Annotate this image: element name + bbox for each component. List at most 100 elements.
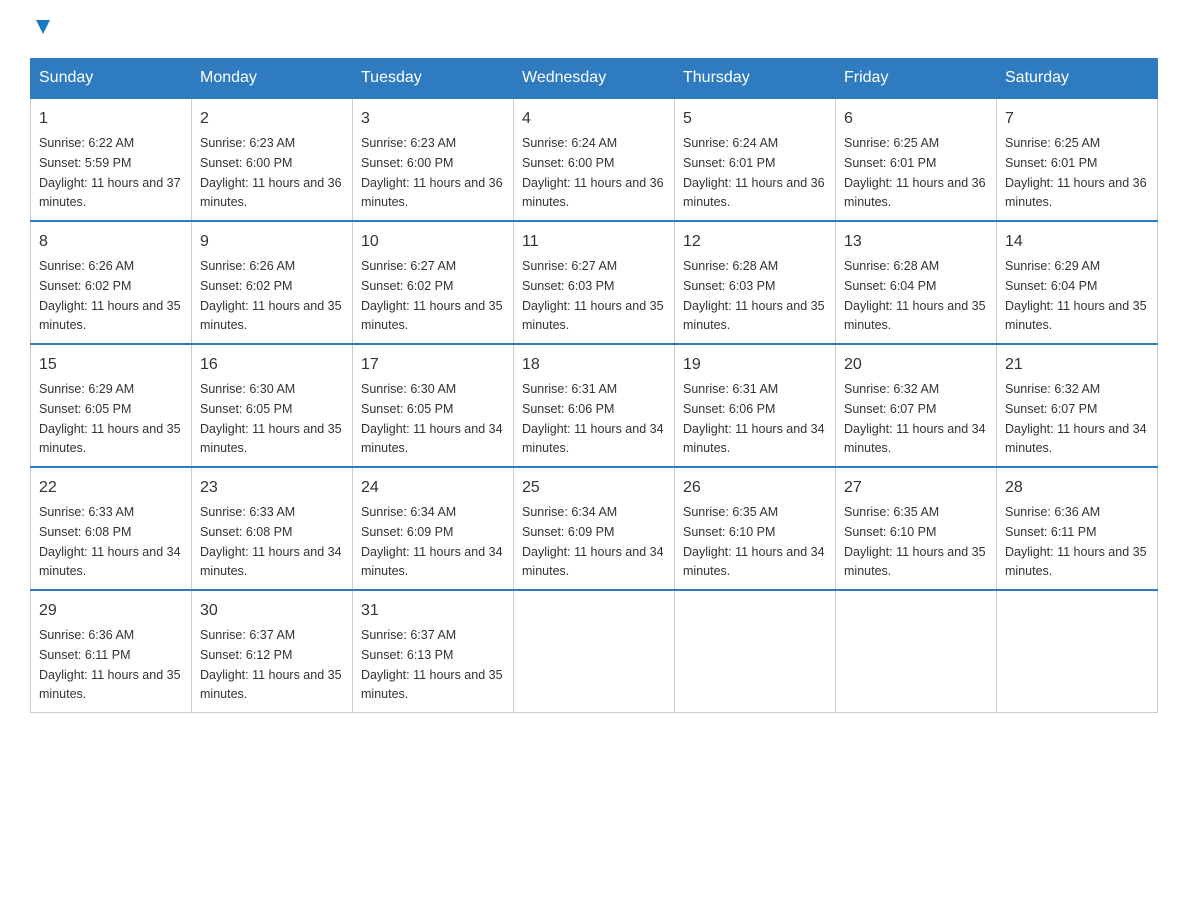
- calendar-day-cell: [997, 590, 1158, 713]
- day-number: 22: [39, 476, 183, 500]
- daylight-info: Daylight: 11 hours and 36 minutes.: [361, 176, 503, 210]
- sunset-info: Sunset: 6:10 PM: [844, 525, 936, 539]
- calendar-table: Sunday Monday Tuesday Wednesday Thursday…: [30, 58, 1158, 713]
- sunset-info: Sunset: 6:00 PM: [522, 156, 614, 170]
- calendar-day-cell: 6 Sunrise: 6:25 AM Sunset: 6:01 PM Dayli…: [836, 98, 997, 221]
- sunset-info: Sunset: 6:02 PM: [361, 279, 453, 293]
- daylight-info: Daylight: 11 hours and 35 minutes.: [844, 299, 986, 333]
- calendar-day-cell: 28 Sunrise: 6:36 AM Sunset: 6:11 PM Dayl…: [997, 467, 1158, 590]
- calendar-day-cell: 7 Sunrise: 6:25 AM Sunset: 6:01 PM Dayli…: [997, 98, 1158, 221]
- daylight-info: Daylight: 11 hours and 37 minutes.: [39, 176, 181, 210]
- calendar-day-cell: [836, 590, 997, 713]
- daylight-info: Daylight: 11 hours and 35 minutes.: [39, 668, 181, 702]
- day-number: 11: [522, 230, 666, 254]
- day-number: 29: [39, 599, 183, 623]
- calendar-week-row: 1 Sunrise: 6:22 AM Sunset: 5:59 PM Dayli…: [31, 98, 1158, 221]
- sunrise-info: Sunrise: 6:34 AM: [522, 505, 617, 519]
- calendar-day-cell: 15 Sunrise: 6:29 AM Sunset: 6:05 PM Dayl…: [31, 344, 192, 467]
- sunrise-info: Sunrise: 6:22 AM: [39, 136, 134, 150]
- sunset-info: Sunset: 6:09 PM: [361, 525, 453, 539]
- header-thursday: Thursday: [675, 59, 836, 99]
- sunrise-info: Sunrise: 6:36 AM: [39, 628, 134, 642]
- daylight-info: Daylight: 11 hours and 34 minutes.: [361, 422, 503, 456]
- sunrise-info: Sunrise: 6:32 AM: [1005, 382, 1100, 396]
- sunset-info: Sunset: 6:08 PM: [39, 525, 131, 539]
- daylight-info: Daylight: 11 hours and 36 minutes.: [683, 176, 825, 210]
- header-sunday: Sunday: [31, 59, 192, 99]
- calendar-week-row: 29 Sunrise: 6:36 AM Sunset: 6:11 PM Dayl…: [31, 590, 1158, 713]
- sunrise-info: Sunrise: 6:25 AM: [1005, 136, 1100, 150]
- logo: [30, 20, 54, 38]
- sunset-info: Sunset: 6:02 PM: [39, 279, 131, 293]
- sunset-info: Sunset: 6:11 PM: [39, 648, 131, 662]
- calendar-day-cell: 30 Sunrise: 6:37 AM Sunset: 6:12 PM Dayl…: [192, 590, 353, 713]
- day-number: 31: [361, 599, 505, 623]
- calendar-day-cell: 19 Sunrise: 6:31 AM Sunset: 6:06 PM Dayl…: [675, 344, 836, 467]
- calendar-day-cell: 10 Sunrise: 6:27 AM Sunset: 6:02 PM Dayl…: [353, 221, 514, 344]
- day-number: 28: [1005, 476, 1149, 500]
- sunset-info: Sunset: 6:01 PM: [683, 156, 775, 170]
- sunrise-info: Sunrise: 6:27 AM: [522, 259, 617, 273]
- sunrise-info: Sunrise: 6:28 AM: [683, 259, 778, 273]
- daylight-info: Daylight: 11 hours and 35 minutes.: [39, 299, 181, 333]
- sunset-info: Sunset: 6:06 PM: [522, 402, 614, 416]
- sunset-info: Sunset: 6:00 PM: [200, 156, 292, 170]
- sunset-info: Sunset: 6:01 PM: [844, 156, 936, 170]
- sunrise-info: Sunrise: 6:25 AM: [844, 136, 939, 150]
- daylight-info: Daylight: 11 hours and 35 minutes.: [200, 299, 342, 333]
- day-number: 9: [200, 230, 344, 254]
- calendar-day-cell: 4 Sunrise: 6:24 AM Sunset: 6:00 PM Dayli…: [514, 98, 675, 221]
- sunset-info: Sunset: 6:01 PM: [1005, 156, 1097, 170]
- day-number: 8: [39, 230, 183, 254]
- daylight-info: Daylight: 11 hours and 35 minutes.: [1005, 545, 1147, 579]
- sunrise-info: Sunrise: 6:31 AM: [522, 382, 617, 396]
- day-number: 16: [200, 353, 344, 377]
- daylight-info: Daylight: 11 hours and 34 minutes.: [522, 545, 664, 579]
- sunset-info: Sunset: 6:00 PM: [361, 156, 453, 170]
- calendar-day-cell: 16 Sunrise: 6:30 AM Sunset: 6:05 PM Dayl…: [192, 344, 353, 467]
- sunset-info: Sunset: 6:10 PM: [683, 525, 775, 539]
- day-number: 7: [1005, 107, 1149, 131]
- sunrise-info: Sunrise: 6:33 AM: [200, 505, 295, 519]
- calendar-day-cell: 5 Sunrise: 6:24 AM Sunset: 6:01 PM Dayli…: [675, 98, 836, 221]
- sunrise-info: Sunrise: 6:29 AM: [1005, 259, 1100, 273]
- daylight-info: Daylight: 11 hours and 35 minutes.: [200, 422, 342, 456]
- sunset-info: Sunset: 6:03 PM: [683, 279, 775, 293]
- day-number: 2: [200, 107, 344, 131]
- sunset-info: Sunset: 6:11 PM: [1005, 525, 1097, 539]
- daylight-info: Daylight: 11 hours and 35 minutes.: [1005, 299, 1147, 333]
- daylight-info: Daylight: 11 hours and 35 minutes.: [200, 668, 342, 702]
- calendar-day-cell: 17 Sunrise: 6:30 AM Sunset: 6:05 PM Dayl…: [353, 344, 514, 467]
- sunset-info: Sunset: 6:05 PM: [361, 402, 453, 416]
- daylight-info: Daylight: 11 hours and 34 minutes.: [844, 422, 986, 456]
- day-number: 26: [683, 476, 827, 500]
- calendar-day-cell: 25 Sunrise: 6:34 AM Sunset: 6:09 PM Dayl…: [514, 467, 675, 590]
- calendar-day-cell: 24 Sunrise: 6:34 AM Sunset: 6:09 PM Dayl…: [353, 467, 514, 590]
- daylight-info: Daylight: 11 hours and 34 minutes.: [200, 545, 342, 579]
- sunset-info: Sunset: 6:06 PM: [683, 402, 775, 416]
- calendar-day-cell: 23 Sunrise: 6:33 AM Sunset: 6:08 PM Dayl…: [192, 467, 353, 590]
- sunrise-info: Sunrise: 6:33 AM: [39, 505, 134, 519]
- calendar-day-cell: 18 Sunrise: 6:31 AM Sunset: 6:06 PM Dayl…: [514, 344, 675, 467]
- daylight-info: Daylight: 11 hours and 36 minutes.: [844, 176, 986, 210]
- sunrise-info: Sunrise: 6:26 AM: [39, 259, 134, 273]
- calendar-day-cell: 2 Sunrise: 6:23 AM Sunset: 6:00 PM Dayli…: [192, 98, 353, 221]
- sunset-info: Sunset: 6:02 PM: [200, 279, 292, 293]
- sunrise-info: Sunrise: 6:29 AM: [39, 382, 134, 396]
- sunrise-info: Sunrise: 6:24 AM: [522, 136, 617, 150]
- sunrise-info: Sunrise: 6:32 AM: [844, 382, 939, 396]
- daylight-info: Daylight: 11 hours and 35 minutes.: [39, 422, 181, 456]
- calendar-day-cell: 20 Sunrise: 6:32 AM Sunset: 6:07 PM Dayl…: [836, 344, 997, 467]
- day-number: 3: [361, 107, 505, 131]
- calendar-day-cell: 3 Sunrise: 6:23 AM Sunset: 6:00 PM Dayli…: [353, 98, 514, 221]
- sunset-info: Sunset: 6:05 PM: [39, 402, 131, 416]
- calendar-day-cell: 8 Sunrise: 6:26 AM Sunset: 6:02 PM Dayli…: [31, 221, 192, 344]
- sunrise-info: Sunrise: 6:24 AM: [683, 136, 778, 150]
- sunrise-info: Sunrise: 6:30 AM: [361, 382, 456, 396]
- daylight-info: Daylight: 11 hours and 34 minutes.: [39, 545, 181, 579]
- daylight-info: Daylight: 11 hours and 34 minutes.: [1005, 422, 1147, 456]
- sunset-info: Sunset: 6:12 PM: [200, 648, 292, 662]
- sunrise-info: Sunrise: 6:36 AM: [1005, 505, 1100, 519]
- day-number: 25: [522, 476, 666, 500]
- calendar-day-cell: 9 Sunrise: 6:26 AM Sunset: 6:02 PM Dayli…: [192, 221, 353, 344]
